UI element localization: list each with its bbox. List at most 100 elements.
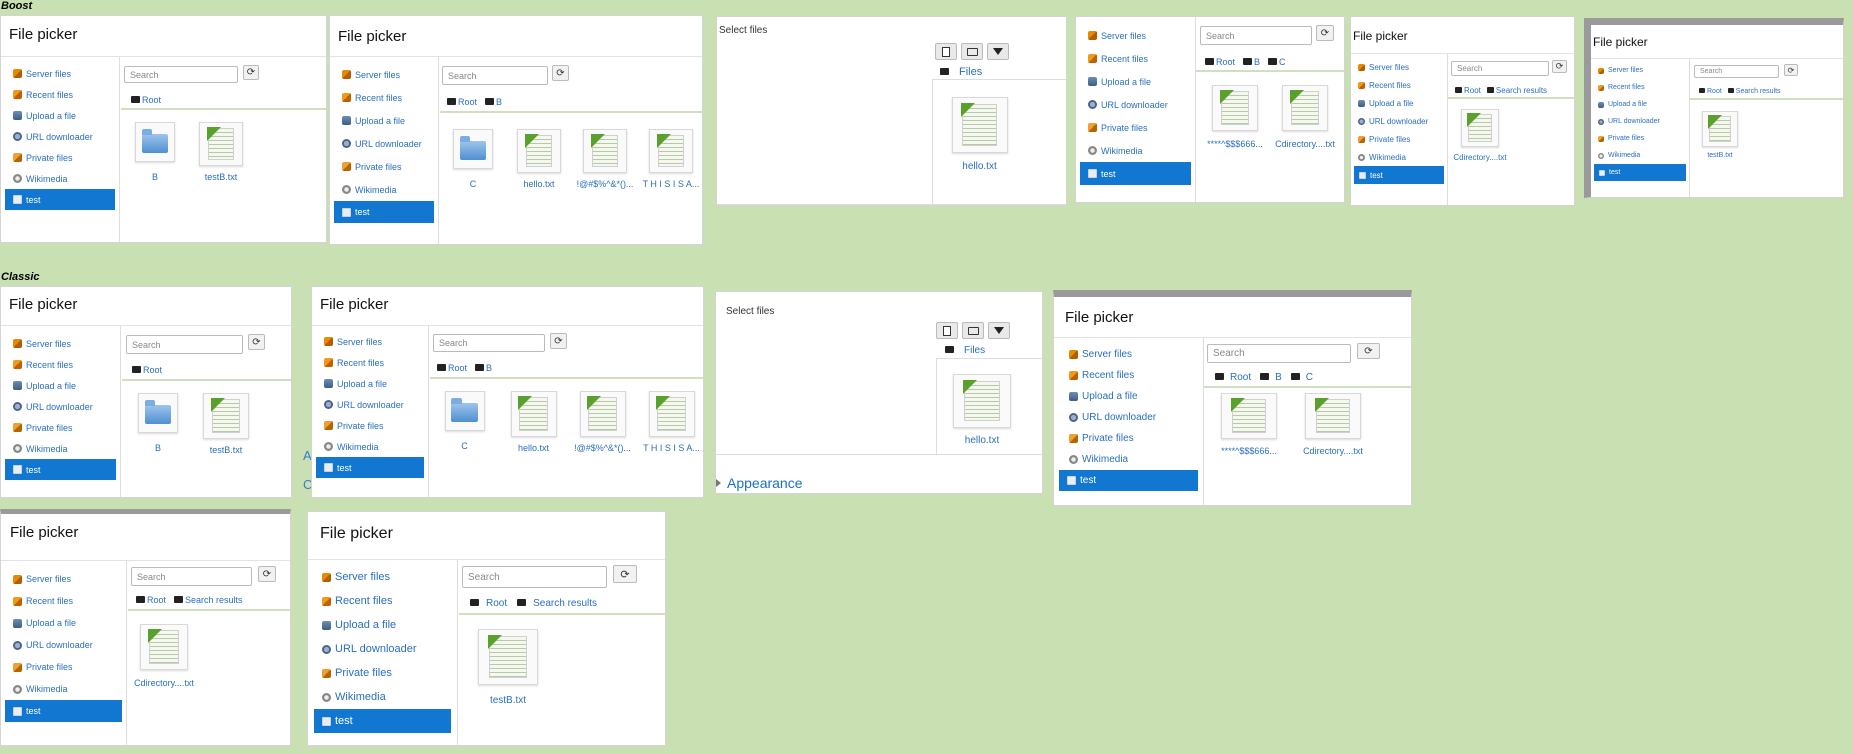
sidebar-item-recent-files[interactable]: Recent files: [1, 84, 119, 105]
refresh-button[interactable]: ⟳: [243, 65, 259, 80]
sidebar-item-recent-files[interactable]: Recent files: [1591, 79, 1689, 96]
sidebar-item-wikimedia[interactable]: Wikimedia: [1, 168, 119, 189]
crumb-root[interactable]: Root: [136, 595, 166, 605]
sidebar-item-recent-files[interactable]: Recent files: [1351, 76, 1447, 94]
sidebar-item-wikimedia[interactable]: Wikimedia: [312, 436, 428, 457]
sidebar-item-wikimedia[interactable]: Wikimedia: [330, 178, 438, 201]
sidebar-item-upload-file[interactable]: Upload a file: [1351, 94, 1447, 112]
refresh-button[interactable]: ⟳: [613, 565, 637, 583]
crumb-b[interactable]: B: [475, 363, 492, 373]
sidebar-item-recent-files[interactable]: Recent files: [330, 86, 438, 109]
create-folder-button[interactable]: [961, 43, 983, 60]
sidebar-item-url-downloader[interactable]: URL downloader: [330, 132, 438, 155]
sidebar-item-url-downloader[interactable]: URL downloader: [1591, 113, 1689, 130]
file-tile[interactable]: T H I S I S A...: [640, 391, 703, 453]
sidebar-item-server-files[interactable]: Server files: [1591, 62, 1689, 79]
file-tile[interactable]: Cdirectory....txt: [1270, 85, 1340, 149]
sidebar-item-upload-file[interactable]: Upload a file: [1591, 96, 1689, 113]
sidebar-item-upload-file[interactable]: Upload a file: [1, 105, 119, 126]
sidebar-item-url-downloader[interactable]: URL downloader: [1, 126, 119, 147]
sidebar-item-private-files[interactable]: Private files: [1054, 428, 1203, 449]
crumb-b[interactable]: B: [1260, 372, 1282, 383]
sidebar-item-url-downloader[interactable]: URL downloader: [1054, 407, 1203, 428]
sidebar-item-upload-file[interactable]: Upload a file: [312, 373, 428, 394]
sidebar-item-test[interactable]: test: [5, 459, 116, 480]
file-tile[interactable]: testB.txt: [468, 629, 548, 706]
file-tile[interactable]: hello.txt: [502, 391, 565, 453]
crumb-c[interactable]: C: [1290, 372, 1313, 383]
sidebar-item-url-downloader[interactable]: URL downloader: [308, 637, 457, 661]
file-tile[interactable]: C: [433, 391, 496, 453]
sidebar-item-server-files[interactable]: Server files: [1, 568, 126, 590]
crumb-root[interactable]: Root: [447, 97, 477, 107]
file-tile[interactable]: Cdirectory....txt: [1451, 109, 1509, 162]
sidebar-item-url-downloader[interactable]: URL downloader: [1076, 93, 1195, 116]
sidebar-item-upload-file[interactable]: Upload a file: [308, 613, 457, 637]
sidebar-item-server-files[interactable]: Server files: [1054, 344, 1203, 365]
sidebar-item-upload-file[interactable]: Upload a file: [1, 375, 120, 396]
sidebar-item-private-files[interactable]: Private files: [330, 155, 438, 178]
sidebar-item-wikimedia[interactable]: Wikimedia: [308, 685, 457, 709]
sidebar-item-test[interactable]: test: [334, 201, 434, 223]
sidebar-item-private-files[interactable]: Private files: [308, 661, 457, 685]
refresh-button[interactable]: ⟳: [1784, 64, 1798, 76]
file-tile[interactable]: testB.txt: [192, 122, 250, 182]
search-input[interactable]: Search: [1451, 61, 1549, 76]
search-input[interactable]: Search: [1694, 65, 1779, 78]
sidebar-item-private-files[interactable]: Private files: [1076, 116, 1195, 139]
refresh-button[interactable]: ⟳: [248, 334, 265, 350]
sidebar-item-server-files[interactable]: Server files: [308, 565, 457, 589]
file-tile[interactable]: hello.txt: [942, 374, 1022, 446]
add-file-button[interactable]: [936, 322, 958, 339]
file-tile[interactable]: testB.txt: [196, 393, 256, 455]
sidebar-item-url-downloader[interactable]: URL downloader: [312, 394, 428, 415]
create-folder-button[interactable]: [962, 322, 984, 339]
crumb-search-results[interactable]: Search results: [517, 598, 597, 609]
file-tile[interactable]: !@#$%^&*()...: [571, 391, 634, 453]
sidebar-item-recent-files[interactable]: Recent files: [308, 589, 457, 613]
sidebar-item-private-files[interactable]: Private files: [1, 656, 126, 678]
sidebar-item-upload-file[interactable]: Upload a file: [1054, 386, 1203, 407]
search-input[interactable]: Search: [124, 66, 238, 83]
file-tile[interactable]: !@#$%^&*()...: [574, 129, 636, 189]
search-input[interactable]: Search: [433, 334, 545, 352]
sidebar-item-wikimedia[interactable]: Wikimedia: [1, 438, 120, 459]
refresh-button[interactable]: ⟳: [1552, 60, 1567, 73]
file-tile[interactable]: Cdirectory....txt: [131, 624, 197, 688]
sidebar-item-server-files[interactable]: Server files: [312, 331, 428, 352]
search-input[interactable]: Search: [1200, 26, 1312, 45]
search-input[interactable]: Search: [131, 567, 252, 586]
sidebar-item-url-downloader[interactable]: URL downloader: [1351, 112, 1447, 130]
refresh-button[interactable]: ⟳: [258, 566, 276, 582]
crumb-b[interactable]: B: [485, 97, 502, 107]
crumb-root[interactable]: Root: [1699, 88, 1722, 95]
crumb-search-results[interactable]: Search results: [1486, 86, 1547, 95]
crumb-root[interactable]: Root: [1205, 57, 1235, 67]
sidebar-item-wikimedia[interactable]: Wikimedia: [1054, 449, 1203, 470]
crumb-search-results[interactable]: Search results: [1727, 88, 1781, 95]
appearance-section[interactable]: Appearance: [716, 475, 803, 491]
sidebar-item-test[interactable]: test: [1059, 470, 1198, 491]
sidebar-item-private-files[interactable]: Private files: [1, 417, 120, 438]
crumb-root[interactable]: Root: [131, 95, 161, 105]
crumb-root[interactable]: Root: [437, 363, 467, 373]
sidebar-item-private-files[interactable]: Private files: [1351, 130, 1447, 148]
sidebar-item-wikimedia[interactable]: Wikimedia: [1076, 139, 1195, 162]
crumb-root[interactable]: Root: [470, 598, 507, 609]
file-tile[interactable]: T H I S I S A...: [640, 129, 702, 189]
crumb-root[interactable]: Root: [1215, 372, 1251, 383]
crumb-search-results[interactable]: Search results: [174, 595, 243, 605]
sidebar-item-private-files[interactable]: Private files: [1, 147, 119, 168]
sidebar-item-private-files[interactable]: Private files: [1591, 130, 1689, 147]
file-tile[interactable]: B: [126, 122, 184, 182]
sidebar-item-test[interactable]: test: [5, 189, 115, 210]
sidebar-item-upload-file[interactable]: Upload a file: [1, 612, 126, 634]
search-input[interactable]: Search: [126, 335, 243, 354]
add-file-button[interactable]: [935, 43, 957, 60]
search-input[interactable]: Search: [1207, 344, 1351, 363]
sidebar-item-upload-file[interactable]: Upload a file: [330, 109, 438, 132]
file-tile[interactable]: C: [442, 129, 504, 189]
refresh-button[interactable]: ⟳: [1316, 25, 1334, 41]
sidebar-item-upload-file[interactable]: Upload a file: [1076, 70, 1195, 93]
file-tile[interactable]: hello.txt: [942, 97, 1017, 172]
